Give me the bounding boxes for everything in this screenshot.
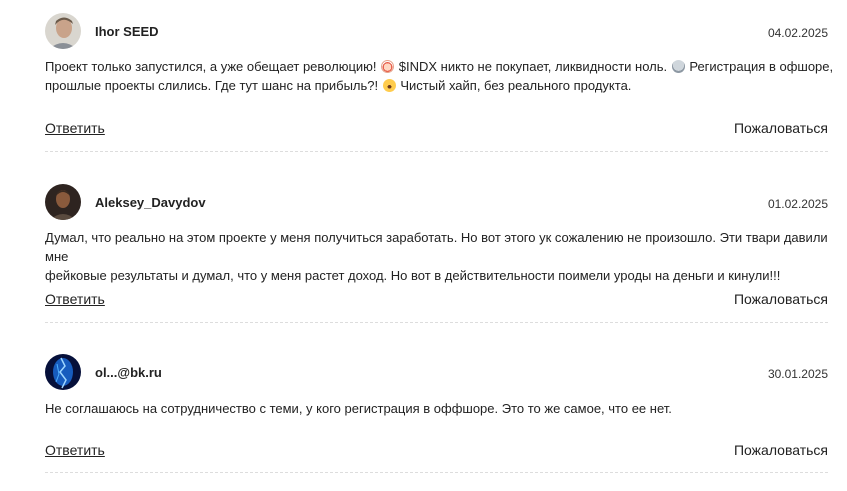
comment-text: Не соглашаюсь на сотрудничество с теми, … [45, 401, 672, 416]
divider [45, 151, 828, 152]
avatar [45, 13, 81, 49]
comment-author: Aleksey_Davydov [95, 195, 206, 210]
clown-emoji-icon [381, 60, 395, 73]
comment-header: Aleksey_Davydov 01.02.2025 [45, 184, 828, 222]
comment-text: Проект только запустился, а уже обещает … [45, 59, 834, 93]
reply-link[interactable]: Ответить [45, 120, 105, 136]
comment-header: ol...@bk.ru 30.01.2025 [45, 354, 828, 392]
report-button[interactable]: Пожаловаться [734, 442, 828, 458]
report-button[interactable]: Пожаловаться [734, 291, 828, 307]
comment-date: 30.01.2025 [767, 367, 828, 381]
comment-actions: Ответить Пожаловаться [45, 120, 828, 140]
comment-item: Ihor SEED 04.02.2025 Проект только запус… [45, 13, 833, 153]
comment-item: Aleksey_Davydov 01.02.2025 Думал, что ре… [45, 184, 828, 324]
avatar [45, 184, 81, 220]
reply-link[interactable]: Ответить [45, 442, 105, 458]
comment-actions: Ответить Пожаловаться [45, 442, 828, 462]
comment-date: 01.02.2025 [767, 197, 828, 211]
avatar [45, 354, 81, 390]
comment-item: ol...@bk.ru 30.01.2025 Не соглашаюсь на … [45, 354, 828, 479]
reply-link[interactable]: Ответить [45, 291, 105, 307]
comment-author: ol...@bk.ru [95, 365, 162, 380]
comment-author: Ihor SEED [95, 24, 159, 39]
skull-emoji-icon [671, 60, 685, 73]
comment-text: Думал, что реально на этом проекте у мен… [45, 230, 828, 283]
divider [45, 472, 828, 473]
comment-actions: Ответить Пожаловаться [45, 291, 828, 311]
comment-header: Ihor SEED 04.02.2025 [45, 13, 828, 51]
screaming-face-emoji-icon [382, 79, 396, 92]
comment-date: 04.02.2025 [767, 26, 828, 40]
divider [45, 322, 828, 323]
report-button[interactable]: Пожаловаться [734, 120, 828, 136]
